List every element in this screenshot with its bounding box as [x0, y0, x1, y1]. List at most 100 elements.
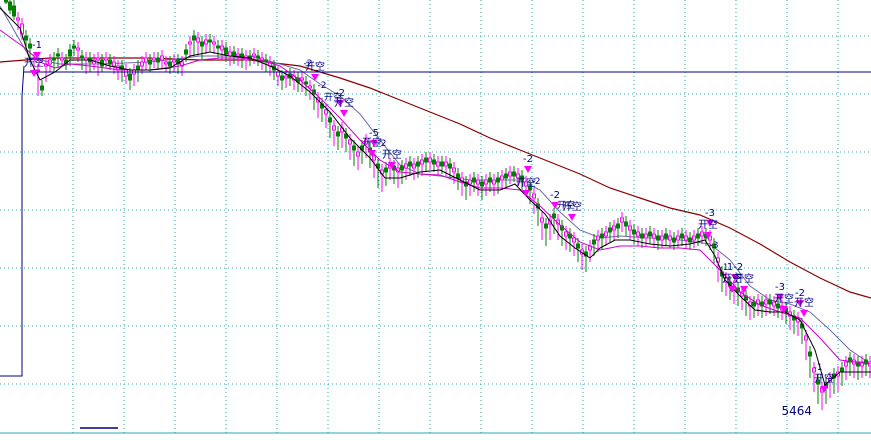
signal-label: -2 [523, 154, 533, 165]
small-signal-label: -2 [532, 177, 541, 187]
candle-body [193, 36, 196, 40]
candle-body [353, 146, 356, 150]
candle-body [513, 172, 516, 176]
candle-body [429, 158, 432, 162]
candle-body [417, 162, 420, 166]
candle-body [425, 158, 428, 162]
candle-body [593, 240, 596, 244]
candle-body [57, 54, 60, 56]
candle-body [553, 214, 556, 218]
candle-body [753, 302, 756, 306]
candle-body [697, 234, 700, 238]
candle-body [253, 54, 256, 56]
candle-body [637, 232, 640, 236]
candle-body [277, 72, 280, 76]
candle-body [197, 38, 200, 42]
candle-body [769, 300, 772, 304]
candle-body [629, 226, 632, 230]
candle-body [689, 238, 692, 242]
candle-body [61, 58, 64, 60]
candle-body [233, 52, 236, 56]
candle-body [25, 36, 28, 40]
small-signal-label: -1 [720, 263, 729, 273]
candle-body [161, 56, 164, 60]
signal-label: -3 [705, 208, 715, 219]
candle-body [545, 224, 548, 228]
chart-background [0, 0, 871, 436]
candle-body [613, 226, 616, 230]
candle-body [653, 234, 656, 238]
candle-body [685, 236, 688, 240]
candle-body [305, 82, 308, 84]
candle-body [225, 48, 228, 54]
candle-body [657, 236, 660, 240]
candle-body [125, 70, 128, 76]
signal-label: 开空 [814, 372, 834, 385]
candle-body [209, 40, 212, 42]
candle-body [617, 224, 620, 228]
candle-body [13, 6, 16, 16]
candle-body [641, 234, 644, 238]
candle-body [301, 78, 304, 80]
signal-label: 开空 [698, 218, 718, 231]
small-signal-label: -2 [304, 59, 313, 69]
candle-body [109, 60, 112, 64]
candle-body [337, 132, 340, 136]
small-signal-label: -3 [710, 241, 719, 251]
candle-body [501, 176, 504, 180]
candle-body [261, 58, 264, 60]
candle-body [597, 236, 600, 240]
candle-body [661, 236, 664, 240]
candle-body [113, 62, 116, 66]
candle-body [469, 180, 472, 184]
candle-body [669, 236, 672, 240]
candle-body [577, 244, 580, 248]
candle-body [497, 178, 500, 182]
candle-body [677, 236, 680, 240]
candle-body [481, 182, 484, 186]
candle-body [453, 168, 456, 172]
candle-body [385, 168, 388, 172]
candle-body [701, 232, 704, 236]
candle-body [609, 228, 612, 232]
candle-body [405, 164, 408, 168]
candle-body [489, 178, 492, 182]
candle-body [217, 46, 220, 48]
chart-canvas: -1开空开空-2开空-5开空开空-2开空-2开空-3开空1-2开空开空-3开空-… [0, 0, 871, 436]
candle-body [473, 178, 476, 182]
signal-label: 开空 [24, 56, 44, 69]
price-label: 5464 [781, 404, 812, 418]
candle-body [349, 140, 352, 144]
candle-body [145, 58, 148, 62]
small-signal-label: -2 [318, 81, 327, 91]
candle-body [237, 54, 240, 56]
candle-body [649, 232, 652, 236]
candle-body [173, 60, 176, 62]
candle-body [681, 234, 684, 238]
candle-body [421, 160, 424, 164]
candle-body [285, 76, 288, 78]
candle-body [809, 352, 812, 356]
candle-body [257, 56, 260, 58]
candle-body [485, 180, 488, 184]
candle-body [605, 232, 608, 236]
candle-body [169, 62, 172, 66]
candle-body [645, 234, 648, 238]
candle-body [141, 62, 144, 66]
signal-label: 1-2 [727, 262, 743, 273]
signal-label: -2 [550, 190, 560, 201]
candle-body [17, 18, 20, 20]
candle-body [573, 238, 576, 242]
candlestick-chart: -1开空开空-2开空-5开空开空-2开空-2开空-3开空1-2开空开空-3开空-… [0, 0, 871, 436]
candle-body [329, 118, 332, 122]
candle-body [149, 60, 152, 64]
small-signal-label: 开空 [324, 91, 342, 103]
candle-body [189, 42, 192, 44]
candle-body [325, 110, 328, 114]
candle-body [401, 166, 404, 170]
candle-body [281, 76, 284, 80]
candle-body [357, 152, 360, 156]
signal-label: -1 [32, 40, 42, 51]
candle-body [665, 234, 668, 238]
candle-body [841, 368, 844, 372]
